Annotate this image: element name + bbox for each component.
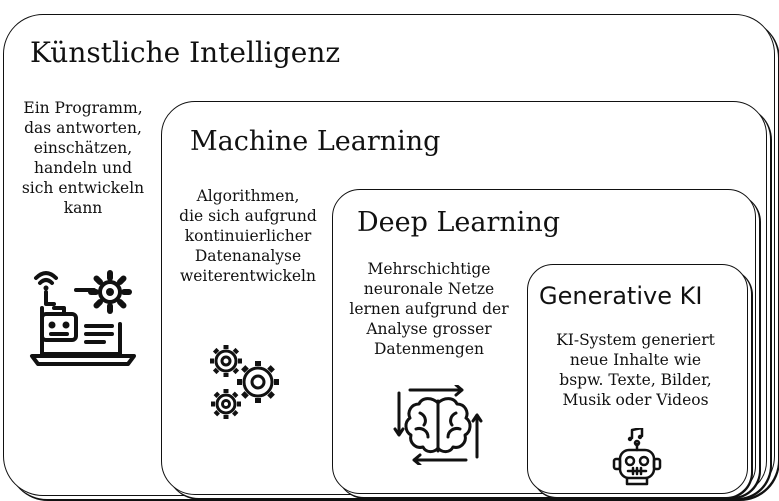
ml-description: Algorithmen, die sich aufgrund kontinuie…	[164, 186, 332, 286]
description-line: die sich aufgrund	[179, 207, 317, 225]
description-line: sich entwickeln	[21, 179, 145, 197]
description-line: kontinuierlicher	[184, 227, 312, 245]
description-line: Analyse grosser	[366, 320, 492, 338]
description-line: bspw. Texte, Bilder,	[559, 371, 712, 389]
description-line: Algorithmen,	[196, 187, 300, 205]
description-line: Musik oder Videos	[562, 391, 709, 409]
description-line: Datenanalyse	[194, 247, 302, 265]
description-line: Datenmengen	[374, 340, 484, 358]
robot-music-icon	[612, 428, 662, 486]
brain-arrows-icon	[393, 385, 483, 465]
laptop-robot-gear-icon	[30, 270, 136, 366]
description-line: Ein Programm,	[23, 99, 143, 117]
gears-icon	[210, 345, 279, 419]
description-line: KI-System generiert	[556, 331, 715, 349]
description-line: kann	[63, 199, 103, 217]
gen-title: Generative KI	[539, 282, 703, 310]
description-line: neue Inhalte wie	[569, 351, 702, 369]
description-line: das antworten,	[24, 119, 142, 137]
description-line: weiterentwickeln	[179, 267, 316, 285]
ki-title: Künstliche Intelligenz	[30, 36, 341, 69]
description-line: Mehrschichtige	[367, 260, 491, 278]
ki-description: Ein Programm, das antworten, einschätzen…	[8, 98, 158, 218]
ml-title: Machine Learning	[190, 126, 441, 157]
description-line: lernen aufgrund der	[349, 300, 509, 318]
dl-description: Mehrschichtige neuronale Netze lernen au…	[334, 259, 524, 359]
dl-title: Deep Learning	[357, 207, 561, 238]
description-line: einschätzen,	[33, 139, 133, 157]
gen-description: KI-System generiert neue Inhalte wie bsp…	[533, 330, 738, 410]
description-line: neuronale Netze	[363, 280, 495, 298]
description-line: handeln und	[33, 159, 133, 177]
